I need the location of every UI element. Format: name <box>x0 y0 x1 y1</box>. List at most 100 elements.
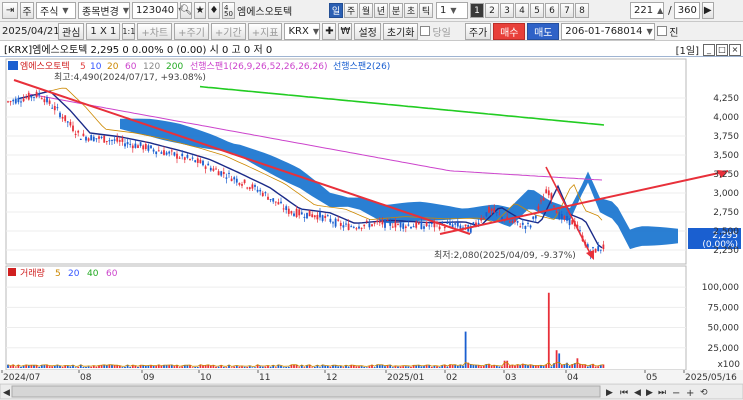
reset-button[interactable]: 초기화 <box>382 22 419 40</box>
zoom-prev-icon[interactable]: ◀ <box>634 388 641 398</box>
grid-layout-icon[interactable]: 1:1 <box>122 22 136 40</box>
candle-body <box>545 189 548 194</box>
market-type-icon[interactable]: 주 <box>20 2 34 19</box>
period-day[interactable]: 일 <box>329 3 343 18</box>
candle-body <box>131 145 134 149</box>
candle-body <box>7 101 9 103</box>
scrollbar-thumb[interactable] <box>11 385 601 398</box>
interval-select[interactable]: 1 ▼ <box>436 2 468 19</box>
won-icon[interactable]: ₩ <box>338 22 353 40</box>
candle-body <box>399 222 402 228</box>
candle-body <box>113 139 116 141</box>
legend-ma200: 200 <box>166 62 183 72</box>
candle-body <box>454 223 457 225</box>
stock-code-input[interactable]: 123040▼ <box>132 2 184 19</box>
candle-body <box>243 179 246 184</box>
candle-body <box>178 157 181 159</box>
volume-bar <box>222 367 225 368</box>
interest-button[interactable]: 관심 <box>58 22 85 40</box>
same-day-checkbox[interactable] <box>420 26 431 36</box>
candle-body <box>225 177 228 179</box>
number-button-7[interactable]: 7 <box>560 3 574 18</box>
number-button-1[interactable]: 1 <box>470 3 484 18</box>
market-type-value: 주식 <box>40 7 59 18</box>
nav-arrows-icon[interactable]: ⇥ <box>2 2 18 19</box>
zoom-first-icon[interactable]: ⏮ <box>620 388 628 398</box>
maximize-icon[interactable]: □ <box>716 43 728 56</box>
candle-body <box>394 221 397 228</box>
legend-ma5: 5 <box>80 62 86 72</box>
close-icon[interactable]: × <box>729 43 741 56</box>
period-second[interactable]: 초 <box>404 3 418 18</box>
candle-body <box>235 178 238 183</box>
candle-body <box>529 225 532 228</box>
period-tick[interactable]: 틱 <box>419 3 433 18</box>
number-button-8[interactable]: 8 <box>575 3 589 18</box>
chart-svg[interactable]: 엠에스오토텍 5 10 20 60 120 200 선행스팬1(26,9,26,… <box>0 57 743 400</box>
period-small-button[interactable]: 4 50 <box>222 2 235 19</box>
candle-body <box>324 215 327 218</box>
scroll-right-button[interactable]: ▶ <box>606 388 613 398</box>
count-input[interactable]: 221 ▲ <box>630 2 664 19</box>
candle-body <box>371 224 373 227</box>
period-year[interactable]: 년 <box>374 3 388 18</box>
sell-button[interactable]: 매도 <box>527 22 560 40</box>
number-button-5[interactable]: 5 <box>530 3 544 18</box>
reset-view-icon[interactable]: ⟲ <box>700 388 708 398</box>
zoom-last-icon[interactable]: ⏭ <box>658 388 666 398</box>
number-button-6[interactable]: 6 <box>545 3 559 18</box>
period-minute[interactable]: 분 <box>389 3 403 18</box>
currency-select[interactable]: KRX ▼ <box>284 22 321 40</box>
scroll-left-icon[interactable]: ◀ <box>3 388 10 398</box>
candle-body <box>274 201 277 203</box>
search-icon[interactable]: 🔍︎ <box>180 2 192 19</box>
volume-bar <box>259 366 262 368</box>
number-button-3[interactable]: 3 <box>500 3 514 18</box>
buy-button[interactable]: 매수 <box>493 22 526 40</box>
market-type-select[interactable]: 주식 ▼ <box>36 2 76 19</box>
grid-button[interactable]: 1 X 1 <box>86 22 121 40</box>
zoom-play-icon[interactable]: ▶ <box>646 388 653 398</box>
volume-bar <box>165 365 168 368</box>
volume-bar <box>282 367 285 368</box>
period-week[interactable]: 주 <box>344 3 358 18</box>
number-button-4[interactable]: 4 <box>515 3 529 18</box>
account-select[interactable]: 206-01-768014 ▼ <box>561 22 656 40</box>
chin-checkbox[interactable] <box>657 26 668 36</box>
add-indicator-button[interactable]: +지표 <box>247 22 283 40</box>
volume-tick-label: 50,000 <box>708 324 740 334</box>
zoom-in-icon[interactable]: + <box>686 388 694 399</box>
settings-button[interactable]: 설정 <box>354 22 381 40</box>
period-month[interactable]: 월 <box>359 3 373 18</box>
minimize-icon[interactable]: _ <box>703 43 715 56</box>
zoom-out-icon[interactable]: − <box>672 388 680 399</box>
scroll-right-icon[interactable]: ▶ <box>701 2 714 19</box>
stock-change-select[interactable]: 종목변경 ▼ <box>78 2 130 19</box>
legend-ma60: 60 <box>125 62 137 72</box>
volume-tick-label: 75,000 <box>708 303 740 313</box>
price-tick-label: 3,750 <box>713 132 739 142</box>
chart-area[interactable]: 엠에스오토텍 5 10 20 60 120 200 선행스팬1(26,9,26,… <box>0 57 743 400</box>
star-icon[interactable]: ★ <box>194 2 206 19</box>
candle-body <box>129 143 132 145</box>
add-period-button[interactable]: +주기 <box>174 22 209 40</box>
volume-tick-label: 25,000 <box>708 344 740 354</box>
candle-body <box>98 136 100 139</box>
legend-ma120: 120 <box>143 62 160 72</box>
price-button[interactable]: 주가 <box>464 22 492 40</box>
candle-body <box>352 226 355 228</box>
up-down-icon[interactable]: ♦ <box>208 2 220 19</box>
add-chart-button[interactable]: +차트 <box>137 22 173 40</box>
candle-body <box>183 157 186 160</box>
volume-bar <box>384 366 386 368</box>
add-range-button[interactable]: +기간 <box>210 22 246 40</box>
volume-bar <box>241 366 243 368</box>
candle-body <box>79 138 82 140</box>
number-button-2[interactable]: 2 <box>485 3 499 18</box>
legend-span1: 선행스팬1(26,9,26,52,26,26,26) <box>190 60 327 72</box>
volume-bar <box>129 367 132 368</box>
volume-bar <box>181 366 184 368</box>
volume-bar <box>534 365 537 368</box>
candle-body <box>59 112 61 118</box>
crosshair-icon[interactable]: ✚ <box>322 22 337 40</box>
